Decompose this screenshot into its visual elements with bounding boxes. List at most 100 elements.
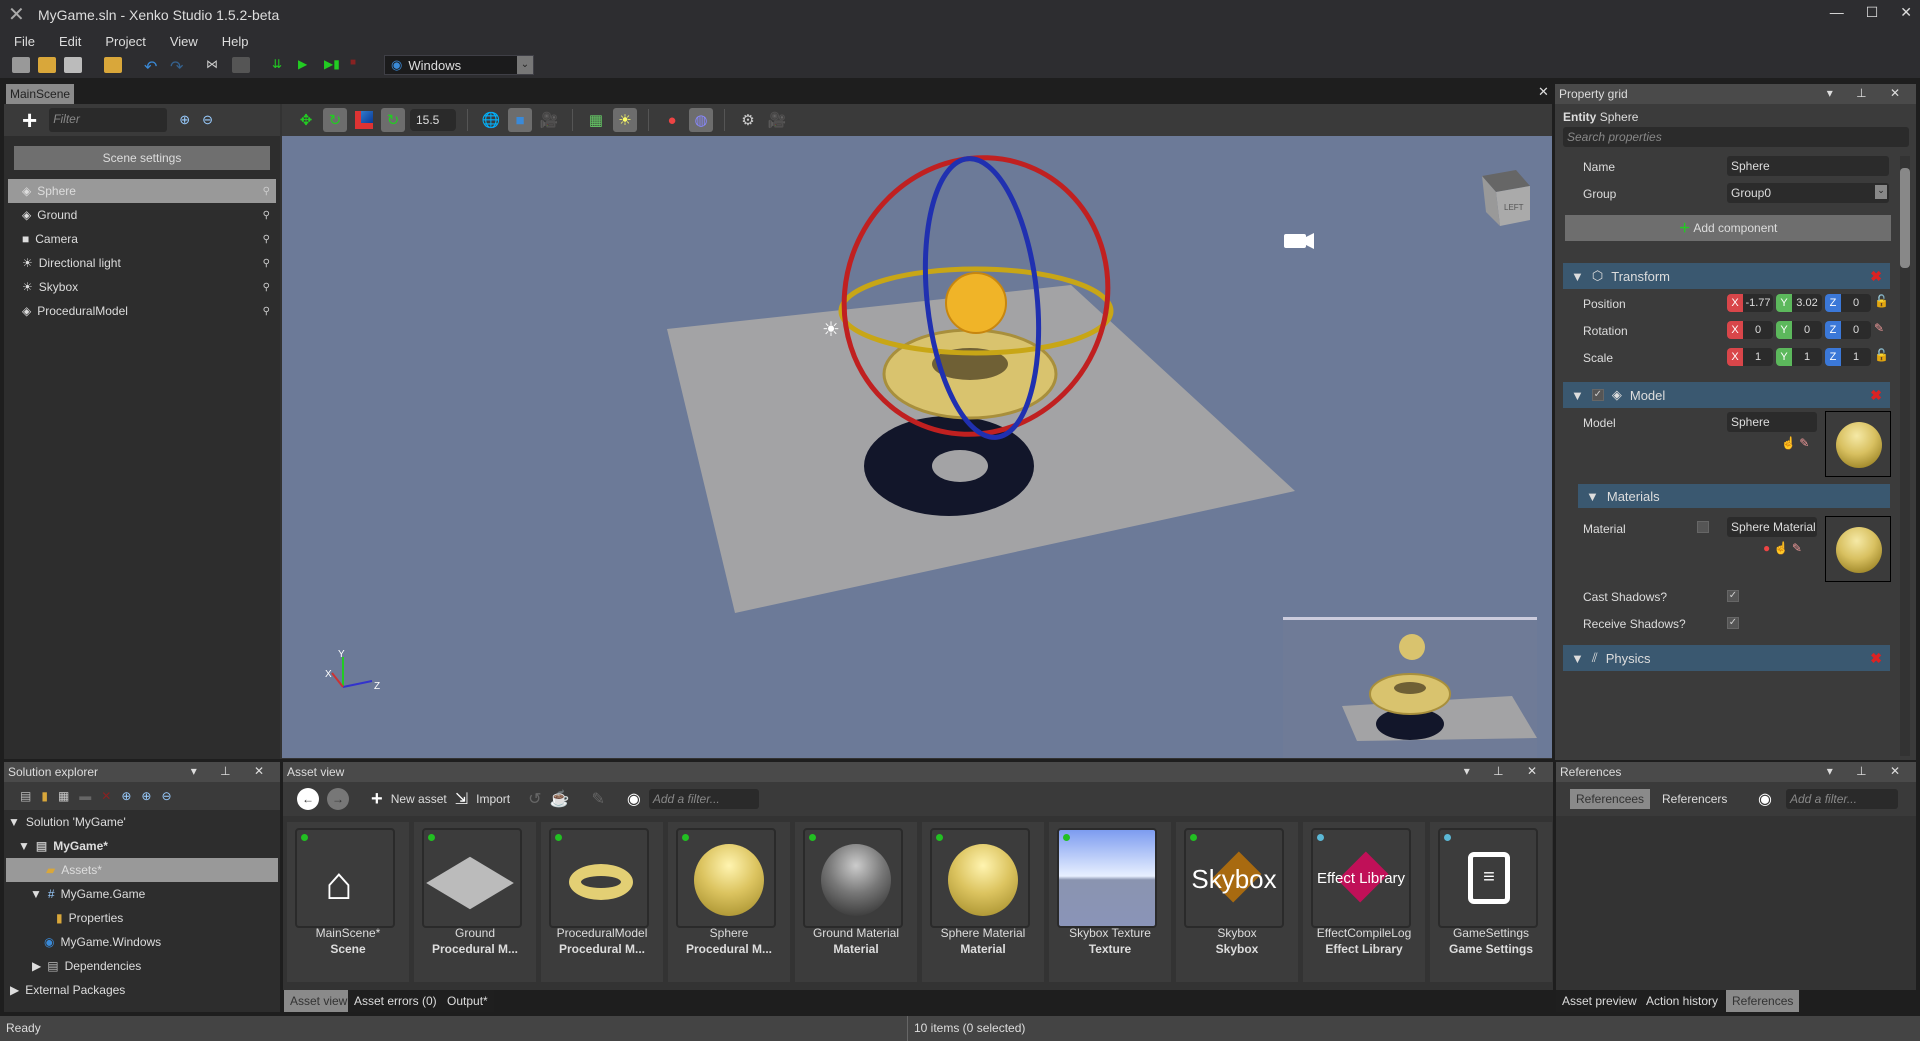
model-thumbnail[interactable] bbox=[1825, 411, 1891, 477]
tab-output[interactable]: Output* bbox=[441, 990, 494, 1012]
open-icon[interactable] bbox=[38, 57, 56, 73]
cast-shadows-checkbox[interactable]: ✓ bbox=[1727, 590, 1739, 602]
camera-preview-icon[interactable]: 🎥 bbox=[765, 108, 789, 132]
pin-icon[interactable]: ⚲ bbox=[263, 306, 270, 317]
search-properties-input[interactable]: Search properties bbox=[1563, 127, 1909, 147]
pin-icon[interactable]: ⚲ bbox=[263, 282, 270, 293]
materials-section[interactable]: ▼ Materials bbox=[1578, 484, 1890, 508]
scrollbar-thumb[interactable] bbox=[1900, 168, 1910, 268]
material-override-checkbox[interactable] bbox=[1697, 521, 1709, 533]
asset-tile[interactable]: Sphere Material Material bbox=[922, 822, 1044, 982]
tree-project-mygame[interactable]: ▼ ▤ MyGame* bbox=[18, 834, 290, 858]
camera-preview-inset[interactable] bbox=[1283, 617, 1537, 758]
asset-tile[interactable]: ⌂ MainScene* Scene bbox=[287, 822, 409, 982]
tab-referencees[interactable]: Referencees bbox=[1570, 789, 1651, 809]
forward-button[interactable]: → bbox=[327, 788, 349, 810]
tree-external-packages[interactable]: ▶ External Packages bbox=[10, 978, 282, 1002]
properties-icon[interactable]: ▦ bbox=[58, 789, 69, 803]
tree-mygame-windows[interactable]: ◉ MyGame.Windows bbox=[44, 930, 316, 954]
reimport-icon[interactable]: ↺ bbox=[528, 789, 541, 809]
wireframe-icon[interactable]: ◍ bbox=[689, 108, 713, 132]
code-file-icon[interactable] bbox=[232, 57, 250, 73]
panel-controls[interactable]: ▾ ⊥ ✕ bbox=[191, 764, 274, 778]
debug-icon[interactable]: ▶▮ bbox=[324, 57, 342, 73]
new-project-icon[interactable]: ▤ bbox=[20, 789, 31, 803]
snap-value-stepper[interactable]: 15.5 bbox=[410, 109, 456, 131]
collapse-triangle-icon[interactable]: ▼ bbox=[1571, 651, 1584, 666]
menu-view[interactable]: View bbox=[170, 34, 198, 49]
scene-entity[interactable]: ◈ Sphere ⚲ bbox=[8, 179, 276, 203]
camera-settings-icon[interactable]: 🎥 bbox=[537, 108, 561, 132]
material-icon[interactable]: ● bbox=[1763, 541, 1770, 555]
asset-tile[interactable]: ≡ GameSettings Game Settings bbox=[1430, 822, 1552, 982]
globe-icon[interactable]: 🌐 bbox=[479, 108, 503, 132]
expanded-triangle-icon[interactable]: ▼ bbox=[8, 815, 20, 829]
menu-file[interactable]: File bbox=[14, 34, 35, 49]
asset-tile[interactable]: Sphere Procedural M... bbox=[668, 822, 790, 982]
eraser-icon[interactable]: ✎ bbox=[1792, 541, 1802, 555]
expanded-triangle-icon[interactable]: ▼ bbox=[18, 839, 30, 853]
menu-project[interactable]: Project bbox=[105, 34, 145, 49]
remove-component-icon[interactable]: ✖ bbox=[1870, 268, 1882, 285]
scene-filter-input[interactable]: Filter bbox=[49, 108, 168, 132]
panel-controls[interactable]: ▾ ⊥ ✕ bbox=[1827, 86, 1910, 100]
model-enabled-checkbox[interactable]: ✓ bbox=[1591, 389, 1604, 401]
new-project-icon[interactable] bbox=[12, 57, 30, 73]
collapse-triangle-icon[interactable]: ▼ bbox=[1571, 269, 1584, 284]
translate-icon[interactable]: ✥ bbox=[294, 108, 318, 132]
scene-entity[interactable]: ◈ ProceduralModel ⚲ bbox=[8, 299, 276, 323]
collapse-triangle-icon[interactable]: ▼ bbox=[1586, 489, 1599, 504]
receive-shadows-checkbox[interactable]: ✓ bbox=[1727, 617, 1739, 629]
rotation-y-input[interactable]: 0 bbox=[1792, 321, 1822, 339]
delete-icon[interactable]: ✕ bbox=[101, 789, 111, 803]
visual-studio-icon[interactable]: ⋈ bbox=[206, 57, 224, 73]
edit-pencil-icon[interactable]: ✎ bbox=[591, 789, 604, 809]
add-entity-button[interactable]: + bbox=[22, 107, 37, 133]
new-folder-icon[interactable]: ▮ bbox=[41, 789, 48, 803]
sphere[interactable] bbox=[945, 272, 1007, 334]
import-button[interactable]: Import bbox=[476, 792, 510, 806]
tab-asset-view[interactable]: Asset view bbox=[284, 990, 354, 1012]
tab-asset-errors[interactable]: Asset errors (0) bbox=[348, 990, 443, 1012]
lighting-icon[interactable]: ☀ bbox=[613, 108, 637, 132]
group-select[interactable]: Group0 ⌄ bbox=[1727, 183, 1889, 203]
platform-select[interactable]: ◉ Windows ⌄ bbox=[384, 55, 534, 75]
collapsed-triangle-icon[interactable]: ▶ bbox=[10, 983, 19, 997]
render-mode-icon[interactable]: ● bbox=[660, 108, 684, 132]
remove-component-icon[interactable]: ✖ bbox=[1870, 387, 1882, 404]
menu-edit[interactable]: Edit bbox=[59, 34, 81, 49]
scale-icon[interactable] bbox=[352, 108, 376, 132]
name-input[interactable]: Sphere bbox=[1727, 156, 1889, 176]
collapse-all-icon[interactable]: ⊖ bbox=[202, 112, 213, 128]
maximize-button[interactable]: ☐ bbox=[1866, 4, 1879, 21]
redo-icon[interactable]: ↷ bbox=[170, 57, 188, 76]
asset-filter-input[interactable]: Add a filter... bbox=[648, 789, 759, 809]
expand-all-icon[interactable]: ⊕ bbox=[179, 112, 190, 128]
scene-viewport[interactable]: ☀ LEFT Y X Z bbox=[282, 136, 1552, 758]
tab-referencers[interactable]: Referencers bbox=[1662, 792, 1727, 806]
tree-assets[interactable]: ▰ Assets* bbox=[6, 858, 278, 882]
eye-icon[interactable]: ◉ bbox=[627, 789, 641, 809]
pin-icon[interactable]: ⚲ bbox=[263, 186, 270, 197]
asset-tile[interactable]: Skybox Skybox Skybox bbox=[1176, 822, 1298, 982]
view-cube[interactable]: LEFT bbox=[1482, 170, 1530, 226]
tab-action-history[interactable]: Action history bbox=[1640, 990, 1725, 1012]
rotation-x-input[interactable]: 0 bbox=[1743, 321, 1773, 339]
tree-dependencies[interactable]: ▶ ▤ Dependencies bbox=[32, 954, 304, 978]
gizmo-settings-icon[interactable]: ⚙ bbox=[736, 108, 760, 132]
run-icon[interactable]: ▶ bbox=[298, 57, 316, 73]
asset-tile[interactable]: Ground Procedural M... bbox=[414, 822, 536, 982]
scrollbar[interactable] bbox=[1900, 156, 1910, 756]
asset-tile[interactable]: Ground Material Material bbox=[795, 822, 917, 982]
scale-x-input[interactable]: 1 bbox=[1743, 348, 1773, 366]
position-x-input[interactable]: -1.77 bbox=[1743, 294, 1773, 312]
add-component-button[interactable]: ＋ Add component bbox=[1565, 215, 1891, 241]
close-button[interactable]: ✕ bbox=[1900, 4, 1912, 21]
eraser-icon[interactable]: ✎ bbox=[1874, 321, 1884, 339]
eraser-icon[interactable]: ✎ bbox=[1799, 436, 1809, 450]
collapse-triangle-icon[interactable]: ▼ bbox=[1571, 388, 1584, 403]
chevron-down-icon[interactable]: ⌄ bbox=[517, 56, 533, 74]
pick-hand-icon[interactable]: ☝ bbox=[1774, 541, 1789, 555]
position-z-input[interactable]: 0 bbox=[1841, 294, 1871, 312]
scene-settings-button[interactable]: Scene settings bbox=[14, 146, 270, 170]
